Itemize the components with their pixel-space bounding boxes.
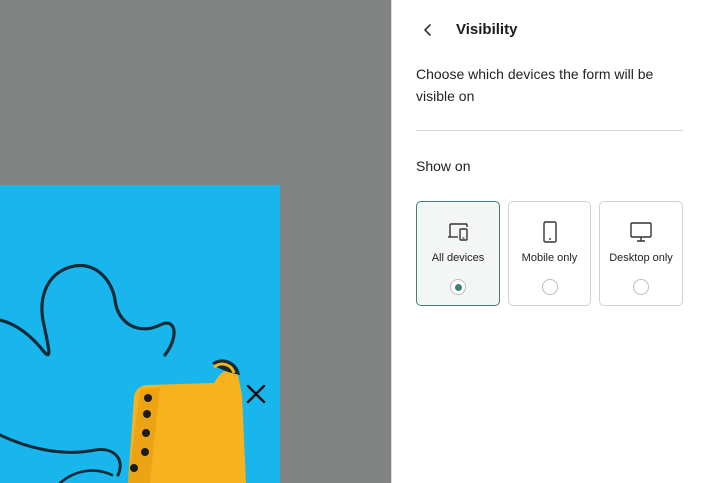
option-all-devices[interactable]: All devices — [416, 201, 500, 306]
radio-all-devices[interactable] — [450, 279, 466, 295]
option-label: Mobile only — [521, 252, 578, 264]
show-on-label: Show on — [416, 158, 471, 174]
all-devices-icon — [446, 220, 470, 244]
popup-close-button[interactable] — [244, 382, 268, 406]
radio-desktop-only[interactable] — [633, 279, 649, 295]
form-preview-area — [0, 0, 391, 483]
panel-title: Visibility — [456, 21, 518, 38]
desktop-icon — [629, 220, 653, 244]
visibility-panel: Visibility Choose which devices the form… — [392, 0, 703, 483]
option-label: All devices — [431, 252, 485, 264]
panel-description: Choose which devices the form will be vi… — [416, 66, 654, 104]
popup-preview — [0, 185, 280, 483]
device-options: All devices Mobile only Desktop only — [416, 201, 683, 306]
boot-image — [0, 185, 280, 483]
close-icon — [246, 384, 266, 404]
option-mobile-only[interactable]: Mobile only — [508, 201, 591, 306]
back-button[interactable] — [418, 20, 438, 40]
option-label: Desktop only — [609, 252, 673, 264]
chevron-left-icon — [424, 24, 431, 36]
option-desktop-only[interactable]: Desktop only — [599, 201, 683, 306]
radio-mobile-only[interactable] — [541, 279, 558, 295]
mobile-icon — [538, 220, 562, 244]
section-divider — [416, 130, 683, 131]
